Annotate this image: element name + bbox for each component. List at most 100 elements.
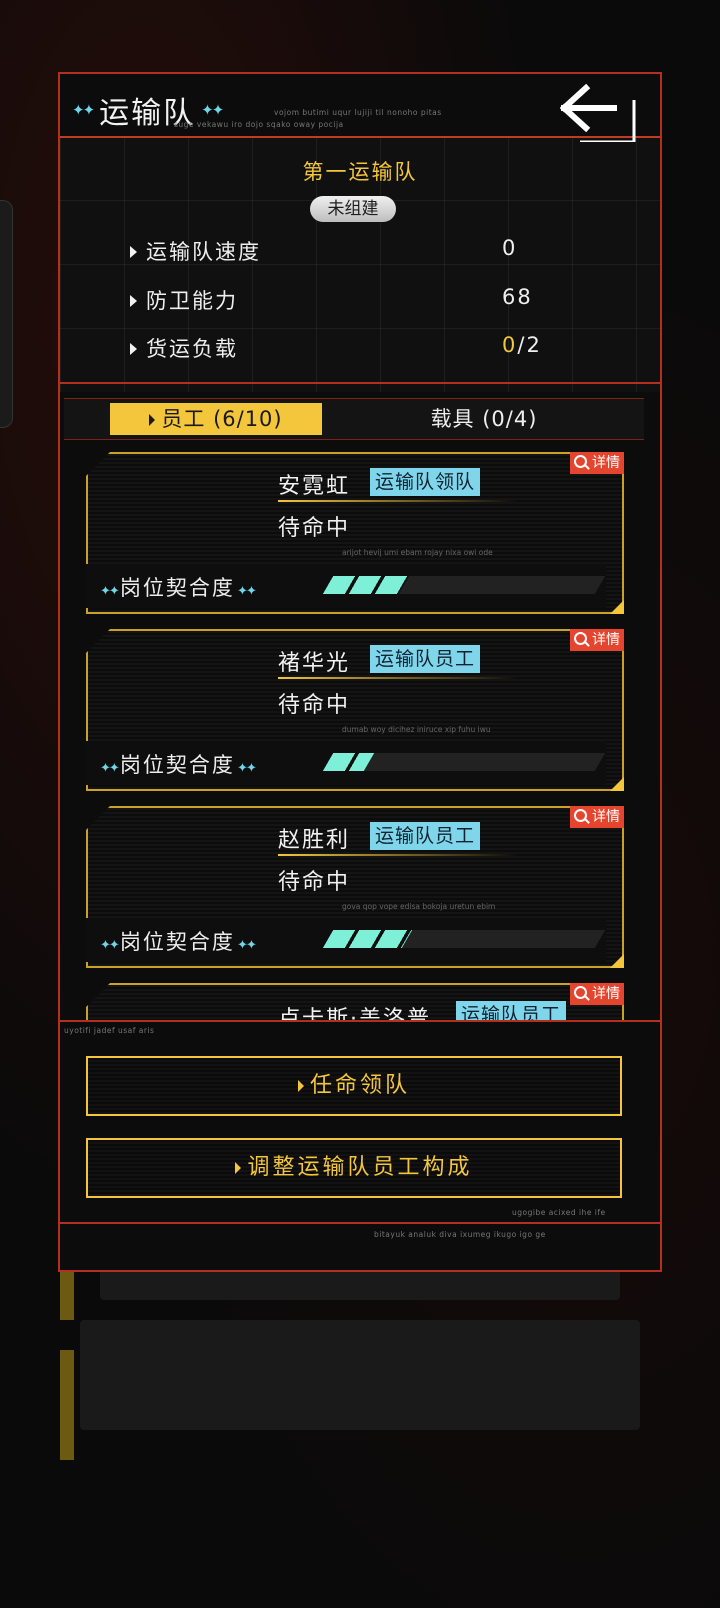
card-corner (610, 600, 624, 614)
stat-defense: 防卫能力 68 (130, 285, 570, 317)
stat-cargo: 货运负载 0/2 (130, 333, 570, 365)
side-drawer-handle[interactable] (0, 200, 13, 428)
transport-team-panel: ✦✦ 运输队 ✦✦ vojom butimi uqur lujiji til n… (58, 72, 662, 1272)
detail-button[interactable]: 详情 (570, 806, 624, 828)
card-subtext: gova qop vope edisa bokoja uretun ebim (342, 902, 496, 911)
role-badge: 运输队员工 (370, 822, 481, 850)
detail-label: 详情 (592, 455, 620, 471)
fit-label: ✦✦ 岗位契合度 ✦✦ (100, 926, 257, 956)
fit-label: ✦✦ 岗位契合度 ✦✦ (100, 572, 257, 602)
fit-progress-bar (322, 753, 606, 771)
cargo-current: 0 (502, 333, 518, 357)
card-corner (610, 954, 624, 968)
section-divider (60, 382, 660, 384)
footer-subtext: ugogibe acixed ihe ife (512, 1208, 606, 1217)
sparkle-icon: ✦✦ (234, 584, 257, 599)
header-subtext: suge vekawu iro dojo sqako oway pocija (174, 120, 344, 129)
detail-button[interactable]: 详情 (570, 983, 624, 1005)
detail-label: 详情 (592, 809, 620, 825)
footer-divider (60, 1222, 660, 1224)
tab-employees[interactable]: 员工 (6/10) (110, 403, 322, 435)
triangle-bullet-icon (149, 414, 156, 426)
employee-card[interactable]: 详情 安霓虹 运输队领队 待命中 arijot hevij umi ebam r… (86, 452, 624, 614)
employee-card[interactable]: 详情 赵胜利 运输队员工 待命中 gova qop vope edisa bok… (86, 806, 624, 968)
footer-subtext: bitayuk analuk diva ixumeg ikugo igo ge (374, 1230, 546, 1239)
fit-label-text: 岗位契合度 (119, 576, 235, 600)
fit-label-text: 岗位契合度 (119, 753, 235, 777)
team-name: 第一运输队 (302, 160, 418, 184)
sparkle-icon: ✦✦ (72, 101, 95, 119)
card-subtext: dumab woy dicihez iniruce xip fuhu iwu (342, 725, 491, 734)
stat-label: 防卫能力 (146, 289, 238, 313)
sparkle-icon: ✦✦ (100, 761, 120, 776)
adjust-members-button[interactable]: 调整运输队员工构成 (86, 1138, 622, 1198)
background-accent (60, 1350, 74, 1460)
employee-name: 赵胜利 (278, 828, 351, 853)
stat-speed: 运输队速度 0 (130, 236, 570, 268)
fit-label: ✦✦ 岗位契合度 ✦✦ (100, 749, 257, 779)
stat-value: 68 (502, 285, 533, 309)
sparkle-icon: ✦✦ (100, 938, 120, 953)
fit-progress-fill (322, 576, 410, 594)
magnifier-icon (574, 632, 587, 645)
list-divider (60, 1020, 660, 1022)
name-underline (278, 500, 518, 502)
employee-card[interactable]: 详情 褚华光 运输队员工 待命中 dumab woy dicihez iniru… (86, 629, 624, 791)
sparkle-icon: ✦✦ (100, 584, 120, 599)
back-arrow-icon (559, 83, 636, 144)
employee-name: 卢卡斯·盖洛普 (278, 1007, 431, 1020)
background-row (80, 1320, 640, 1430)
status-badge: 未组建 (310, 196, 396, 222)
stat-label: 货运负载 (146, 337, 238, 361)
appoint-leader-button[interactable]: 任命领队 (86, 1056, 622, 1116)
stat-value: 0/2 (502, 333, 542, 357)
name-underline (278, 677, 518, 679)
sparkle-icon: ✦✦ (234, 761, 257, 776)
employee-state: 待命中 (278, 870, 351, 895)
fit-progress-fill (322, 930, 413, 948)
fit-row: ✦✦ 岗位契合度 ✦✦ (86, 741, 606, 785)
header-subtext: vojom butimi uqur lujiji til nonoho pita… (274, 108, 442, 117)
triangle-bullet-icon (130, 343, 137, 355)
employee-name: 褚华光 (278, 651, 351, 676)
triangle-bullet-icon (297, 1080, 304, 1092)
name-underline (278, 854, 518, 856)
adjust-members-label: 调整运输队员工构成 (247, 1155, 473, 1180)
employee-state: 待命中 (278, 516, 351, 541)
magnifier-icon (574, 455, 587, 468)
detail-label: 详情 (592, 632, 620, 648)
stat-label: 运输队速度 (146, 240, 261, 264)
cargo-max: /2 (517, 333, 542, 357)
stat-value: 0 (502, 236, 518, 260)
tab-bar: 员工 (6/10) 载具 (0/4) (64, 398, 644, 440)
role-badge: 运输队员工 (370, 645, 481, 673)
card-subtext: arijot hevij umi ebam rojay nixa owi ode (342, 548, 493, 557)
list-subtext: uyotifi jadef usaf aris (64, 1026, 155, 1035)
card-corner (610, 777, 624, 791)
tab-vehicles[interactable]: 载具 (0/4) (394, 403, 574, 435)
triangle-bullet-icon (235, 1162, 242, 1174)
fit-progress-fill (322, 753, 374, 771)
fit-row: ✦✦ 岗位契合度 ✦✦ (86, 564, 606, 608)
role-badge: 运输队领队 (370, 468, 481, 496)
triangle-bullet-icon (130, 246, 137, 258)
tab-employees-label: 员工 (6/10) (161, 407, 283, 431)
sparkle-icon: ✦✦ (234, 938, 257, 953)
triangle-bullet-icon (130, 295, 137, 307)
back-button[interactable] (559, 80, 642, 144)
detail-button[interactable]: 详情 (570, 629, 624, 651)
role-badge: 运输队员工 (456, 1001, 567, 1020)
fit-row: ✦✦ 岗位契合度 ✦✦ (86, 918, 606, 962)
fit-progress-bar (322, 576, 606, 594)
employee-name: 安霓虹 (278, 474, 351, 499)
detail-button[interactable]: 详情 (570, 452, 624, 474)
employee-card[interactable]: 详情 卢卡斯·盖洛普 运输队员工 (86, 983, 624, 1020)
employee-state: 待命中 (278, 693, 351, 718)
sparkle-icon: ✦✦ (201, 101, 224, 119)
detail-label: 详情 (592, 986, 620, 1002)
appoint-leader-label: 任命领队 (309, 1073, 410, 1098)
employee-list[interactable]: 详情 安霓虹 运输队领队 待命中 arijot hevij umi ebam r… (60, 446, 660, 1020)
fit-progress-bar (322, 930, 606, 948)
fit-label-text: 岗位契合度 (119, 930, 235, 954)
magnifier-icon (574, 809, 587, 822)
